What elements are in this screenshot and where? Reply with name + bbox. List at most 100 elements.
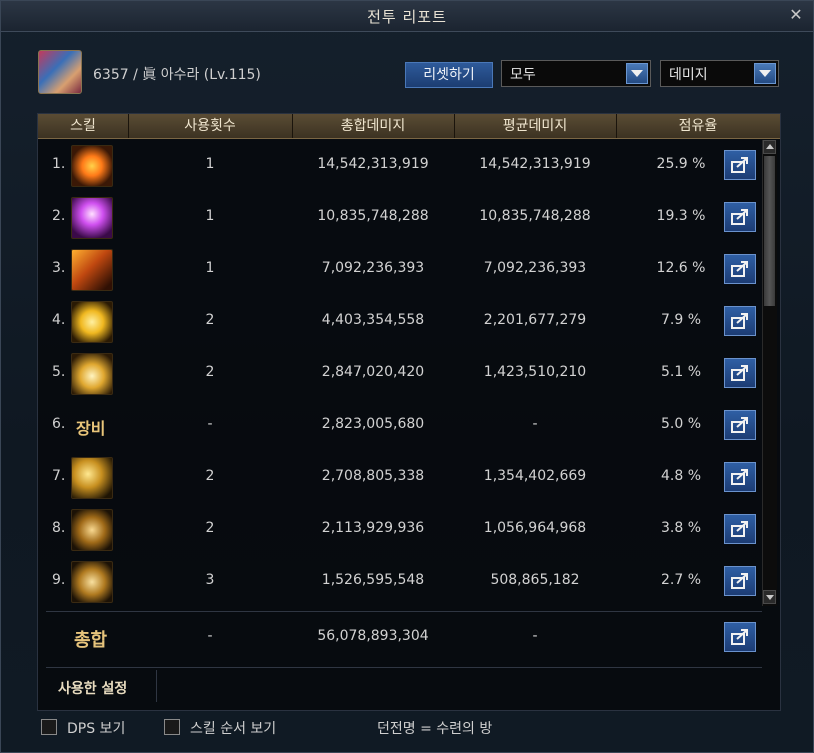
dps-checkbox[interactable]	[41, 719, 57, 735]
row-rank: 2.	[52, 208, 66, 224]
scope-select[interactable]: 모두	[501, 60, 651, 87]
lightning-cloud-icon	[71, 301, 113, 343]
used-settings-tab[interactable]: 사용한 설정	[38, 670, 157, 702]
skill-damage-table: 스킬 사용횟수 총합데미지 평균데미지 점유율 1. 1 14,542,313,91…	[37, 113, 781, 711]
row-uses: -	[207, 416, 213, 432]
row-rank: 4.	[52, 312, 66, 328]
row-rank: 8.	[52, 520, 66, 536]
column-header-average[interactable]: 평균데미지	[454, 114, 617, 138]
row-uses: 2	[205, 364, 215, 380]
share-button[interactable]	[724, 514, 756, 544]
row-uses: 2	[205, 312, 215, 328]
close-icon[interactable]: ✕	[787, 6, 805, 24]
table-row[interactable]: 6. 장비 -2,823,005,680-5.0 %	[38, 400, 764, 452]
type-select-value: 데미지	[669, 67, 708, 83]
table-row[interactable]: 1. 1 14,542,313,919 14,542,313,919 25.9 %	[38, 140, 764, 192]
row-total-damage: 2,708,805,338	[321, 468, 425, 484]
share-icon	[731, 261, 748, 277]
row-average-damage: 14,542,313,919	[479, 156, 591, 172]
player-info: 6357 / 眞 아수라 (Lv.115)	[93, 67, 261, 83]
row-total-damage: 2,847,020,420	[321, 364, 425, 380]
share-icon	[731, 417, 748, 433]
row-uses: 2	[205, 468, 215, 484]
column-header-uses[interactable]: 사용횟수	[128, 114, 293, 138]
table-row[interactable]: 8. 2 2,113,929,936 1,056,964,968 3.8 %	[38, 504, 764, 556]
row-average-damage: 1,423,510,210	[483, 364, 587, 380]
skill-order-label: 스킬 순서 보기	[190, 721, 277, 737]
combat-report-window: 전투 리포트 ✕ 6357 / 眞 아수라 (Lv.115) 리셋하기 모두 데…	[0, 0, 814, 753]
share-button[interactable]	[724, 202, 756, 232]
share-button[interactable]	[724, 622, 756, 652]
skill-order-checkbox[interactable]	[164, 719, 180, 735]
share-icon	[731, 629, 748, 645]
character-avatar	[38, 50, 82, 94]
equipment-label: 장비	[76, 419, 106, 438]
flame-claw-icon	[71, 249, 113, 291]
row-average-damage: 1,056,964,968	[483, 520, 587, 536]
footer-bar: DPS 보기 스킬 순서 보기 던전명 = 수련의 방	[1, 711, 813, 753]
share-button[interactable]	[724, 306, 756, 336]
title-bar[interactable]: 전투 리포트 ✕	[1, 1, 813, 32]
scroll-down-button[interactable]	[763, 590, 776, 604]
row-rank: 5.	[52, 364, 66, 380]
used-settings-label: 사용한 설정	[58, 681, 128, 697]
share-icon	[731, 365, 748, 381]
share-button[interactable]	[724, 254, 756, 284]
wave-slash-icon	[71, 457, 113, 499]
total-row: 총합 - 56,078,893,304 -	[38, 612, 764, 664]
share-button[interactable]	[724, 410, 756, 440]
table-row[interactable]: 3. 1 7,092,236,393 7,092,236,393 12.6 %	[38, 244, 764, 296]
column-header-share[interactable]: 점유율	[616, 114, 780, 138]
row-uses: 2	[205, 520, 215, 536]
row-rank: 9.	[52, 572, 66, 588]
row-total-damage: 2,113,929,936	[321, 520, 425, 536]
table-row[interactable]: 4. 2 4,403,354,558 2,201,677,279 7.9 %	[38, 296, 764, 348]
row-total-damage: 14,542,313,919	[317, 156, 429, 172]
table-row[interactable]: 9. 3 1,526,595,548 508,865,182 2.7 %	[38, 556, 764, 608]
row-average-damage: 1,354,402,669	[483, 468, 587, 484]
table-row[interactable]: 2. 1 10,835,748,288 10,835,748,288 19.3 %	[38, 192, 764, 244]
row-uses: 3	[205, 572, 215, 588]
column-header-skill[interactable]: 스킬	[38, 114, 129, 138]
share-icon	[731, 521, 748, 537]
share-icon	[731, 209, 748, 225]
fighter-stance-icon	[71, 561, 113, 603]
row-rank: 3.	[52, 260, 66, 276]
table-row[interactable]: 5. 2 2,847,020,420 1,423,510,210 5.1 %	[38, 348, 764, 400]
row-average-damage: 508,865,182	[490, 572, 580, 588]
row-rank: 1.	[52, 156, 66, 172]
row-average-damage: -	[532, 416, 538, 432]
total-average: -	[532, 628, 538, 644]
row-total-damage: 1,526,595,548	[321, 572, 425, 588]
chevron-down-icon[interactable]	[754, 63, 776, 84]
row-average-damage: 2,201,677,279	[483, 312, 587, 328]
dps-label: DPS 보기	[67, 721, 126, 737]
table-row[interactable]: 7. 2 2,708,805,338 1,354,402,669 4.8 %	[38, 452, 764, 504]
chevron-down-icon[interactable]	[626, 63, 648, 84]
window-title: 전투 리포트	[367, 8, 447, 26]
row-total-damage: 2,823,005,680	[321, 416, 425, 432]
row-rank: 7.	[52, 468, 66, 484]
total-label: 총합	[74, 630, 108, 651]
total-uses: -	[207, 628, 213, 644]
share-button[interactable]	[724, 358, 756, 388]
scrollbar-thumb[interactable]	[764, 156, 775, 306]
share-button[interactable]	[724, 462, 756, 492]
table-header: 스킬 사용횟수 총합데미지 평균데미지 점유율	[38, 114, 780, 139]
crystal-crown-icon	[71, 353, 113, 395]
row-uses: 1	[205, 156, 215, 172]
type-select[interactable]: 데미지	[660, 60, 779, 87]
settings-divider	[46, 667, 762, 668]
share-button[interactable]	[724, 566, 756, 596]
vitruvian-circle-icon	[71, 509, 113, 551]
eye-sigil-icon	[71, 145, 113, 187]
column-header-total[interactable]: 총합데미지	[292, 114, 455, 138]
row-rank: 6.	[52, 416, 66, 432]
reset-button[interactable]: 리셋하기	[405, 62, 493, 88]
scroll-up-button[interactable]	[763, 140, 776, 154]
share-button[interactable]	[724, 150, 756, 180]
row-uses: 1	[205, 260, 215, 276]
row-average-damage: 10,835,748,288	[479, 208, 591, 224]
share-icon	[731, 469, 748, 485]
row-total-damage: 10,835,748,288	[317, 208, 429, 224]
